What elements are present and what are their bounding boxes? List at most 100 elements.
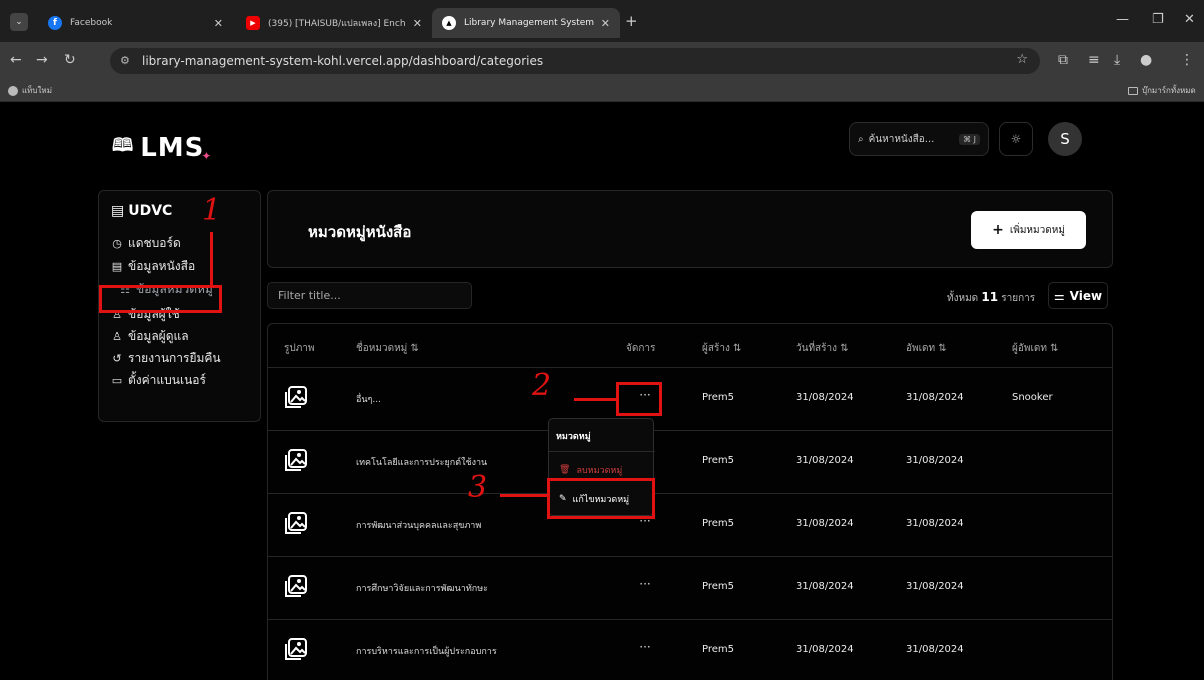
bookmark-star-icon[interactable]: ☆	[1016, 52, 1028, 67]
tab-title: Library Management System	[464, 18, 595, 28]
add-button-label: เพิ่มหมวดหมู่	[1009, 224, 1065, 236]
category-name: การพัฒนาส่วนบุคคลและสุขภาพ	[356, 521, 482, 531]
image-icon	[285, 512, 307, 534]
table-row: อื่นๆ... ··· Prem5 31/08/2024 31/08/2024…	[268, 368, 1112, 431]
extensions-icon[interactable]: ⧉	[1058, 52, 1068, 68]
creator: Prem5	[702, 392, 735, 403]
new-tab-button[interactable]: +	[625, 12, 638, 30]
browser-tab-bar: ⌄ f Facebook ✕ ▶ (395) [THAISUB/แปลเพลง]…	[0, 0, 1204, 42]
bookmark-label: แท็บใหม่	[22, 86, 52, 95]
table-row: การพัฒนาส่วนบุคคลและสุขภาพ ··· Prem5 31/…	[268, 494, 1112, 557]
add-category-button[interactable]: + เพิ่มหมวดหมู่	[971, 211, 1086, 249]
bookmark-new-tab[interactable]: แท็บใหม่	[8, 84, 52, 97]
menu-label: หมวดหมู่	[556, 432, 591, 442]
filter-input[interactable]: Filter title...	[267, 282, 472, 309]
reading-list-icon[interactable]: ≡	[1088, 52, 1100, 68]
vercel-icon: ▲	[442, 16, 456, 30]
row-actions-button[interactable]: ···	[634, 577, 656, 595]
avatar[interactable]: S	[1048, 122, 1082, 156]
total-count: ทั้งหมด 11 รายการ	[947, 290, 1035, 306]
profile-icon[interactable]: ●	[1140, 52, 1152, 68]
updater: Snooker	[1012, 392, 1053, 403]
app-logo[interactable]: 🕮 LMS ✦	[112, 133, 211, 163]
sidebar-item-label: ตั้งค่าแบนเนอร์	[128, 373, 206, 387]
tab-youtube[interactable]: ▶ (395) [THAISUB/แปลเพลง] Ench ✕	[236, 8, 432, 38]
sidebar-item-banner-settings[interactable]: ▭ ตั้งค่าแบนเนอร์	[111, 371, 206, 390]
annotation-box-3	[547, 478, 655, 519]
created-date: 31/08/2024	[796, 644, 854, 655]
column-header-updated[interactable]: อัพเดท ⇅	[906, 341, 947, 356]
clock-icon: ◷	[112, 237, 122, 250]
created-date: 31/08/2024	[796, 581, 854, 592]
updated-date: 31/08/2024	[906, 392, 964, 403]
creator: Prem5	[702, 581, 735, 592]
url-text: library-management-system-kohl.vercel.ap…	[142, 54, 544, 68]
annotation-line-2	[574, 398, 616, 401]
main-content: หมวดหมู่หนังสือ + เพิ่มหมวดหมู่ Filter t…	[267, 190, 1113, 680]
close-window-icon[interactable]: ✕	[1184, 12, 1195, 27]
created-date: 31/08/2024	[796, 518, 854, 529]
column-header-name[interactable]: ชื่อหมวดหมู่ ⇅	[356, 341, 419, 356]
category-name: เทคโนโลยีและการประยุกต์ใช้งาน	[356, 458, 488, 468]
reload-icon[interactable]: ↻	[64, 52, 76, 68]
created-date: 31/08/2024	[796, 455, 854, 466]
sliders-icon: ⚌	[1053, 288, 1065, 303]
admin-icon: ♙	[112, 330, 122, 343]
facebook-icon: f	[48, 16, 62, 30]
app-page: 🕮 LMS ✦ ⌕ ค้นหาหนังสือ... ⌘ J ☼ S ▤ UDVC…	[0, 102, 1204, 680]
site-info-icon[interactable]: ⚙	[120, 54, 130, 67]
search-input[interactable]: ⌕ ค้นหาหนังสือ... ⌘ J	[849, 122, 989, 156]
header-card: หมวดหมู่หนังสือ + เพิ่มหมวดหมู่	[267, 190, 1113, 268]
annotation-number-3: 3	[468, 470, 488, 505]
sidebar-title: ▤ UDVC	[111, 203, 172, 219]
sidebar-item-books[interactable]: ▤ ข้อมูลหนังสือ	[111, 257, 195, 276]
annotation-number-1: 1	[202, 193, 222, 228]
column-header-creator[interactable]: ผู้สร้าง ⇅	[702, 341, 741, 356]
delete-category-item[interactable]: 🗑 ลบหมวดหมู่	[559, 463, 622, 477]
sidebar-item-admins[interactable]: ♙ ข้อมูลผู้ดูแล	[111, 327, 189, 346]
search-placeholder: ค้นหาหนังสือ...	[868, 133, 935, 145]
annotation-box-2	[616, 382, 662, 416]
image-icon	[285, 386, 307, 408]
address-toolbar: ← → ↻ ⚙ library-management-system-kohl.v…	[0, 42, 1204, 80]
creator: Prem5	[702, 455, 735, 466]
column-header-actions: จัดการ	[626, 343, 656, 354]
history-icon: ↺	[112, 352, 122, 365]
view-options-button[interactable]: ⚌ View	[1048, 282, 1108, 309]
updated-date: 31/08/2024	[906, 518, 964, 529]
column-header-updater[interactable]: ผู้อัพเดท ⇅	[1012, 341, 1059, 356]
download-icon[interactable]: ⤓	[1114, 52, 1120, 68]
all-bookmarks[interactable]: บุ๊กมาร์กทั้งหมด	[1128, 84, 1196, 97]
category-name: การศึกษาวิจัยและการพัฒนาทักษะ	[356, 584, 488, 594]
tab-facebook[interactable]: f Facebook ✕	[38, 8, 233, 38]
theme-toggle-button[interactable]: ☼	[999, 122, 1033, 156]
row-actions-button[interactable]: ···	[634, 640, 656, 658]
tab-library[interactable]: ▲ Library Management System ✕	[432, 8, 620, 38]
menu-icon[interactable]: ⋮	[1180, 52, 1194, 68]
column-header-created[interactable]: วันที่สร้าง ⇅	[796, 341, 849, 356]
sidebar-item-dashboard[interactable]: ◷ แดชบอร์ด	[111, 234, 181, 253]
total-number: 11	[981, 290, 999, 304]
tab-title: (395) [THAISUB/แปลเพลง] Ench	[268, 19, 406, 29]
tab-search-icon[interactable]: ⌄	[10, 13, 28, 31]
close-icon[interactable]: ✕	[214, 17, 223, 30]
bookmark-label: บุ๊กมาร์กทั้งหมด	[1142, 86, 1196, 95]
filter-placeholder: Filter title...	[278, 289, 341, 302]
close-icon[interactable]: ✕	[601, 17, 610, 30]
close-icon[interactable]: ✕	[413, 17, 422, 30]
forward-icon[interactable]: →	[36, 52, 48, 68]
back-icon[interactable]: ←	[10, 52, 22, 68]
image-icon	[285, 575, 307, 597]
view-label: View	[1069, 288, 1103, 303]
youtube-icon: ▶	[246, 16, 260, 30]
table-row: การศึกษาวิจัยและการพัฒนาทักษะ ··· Prem5 …	[268, 557, 1112, 620]
sidebar-item-label: แดชบอร์ด	[128, 236, 181, 250]
sidebar-item-borrow-report[interactable]: ↺ รายงานการยืมคืน	[111, 349, 221, 368]
sun-icon: ☼	[1010, 132, 1022, 146]
restore-icon[interactable]: ❐	[1152, 12, 1164, 27]
sidebar-item-label: รายงานการยืมคืน	[128, 351, 221, 365]
url-bar[interactable]: ⚙ library-management-system-kohl.vercel.…	[110, 48, 1040, 74]
category-name: อื่นๆ...	[356, 395, 381, 405]
bookmarks-bar: แท็บใหม่ บุ๊กมาร์กทั้งหมด	[0, 80, 1204, 102]
minimize-icon[interactable]: —	[1116, 12, 1129, 27]
